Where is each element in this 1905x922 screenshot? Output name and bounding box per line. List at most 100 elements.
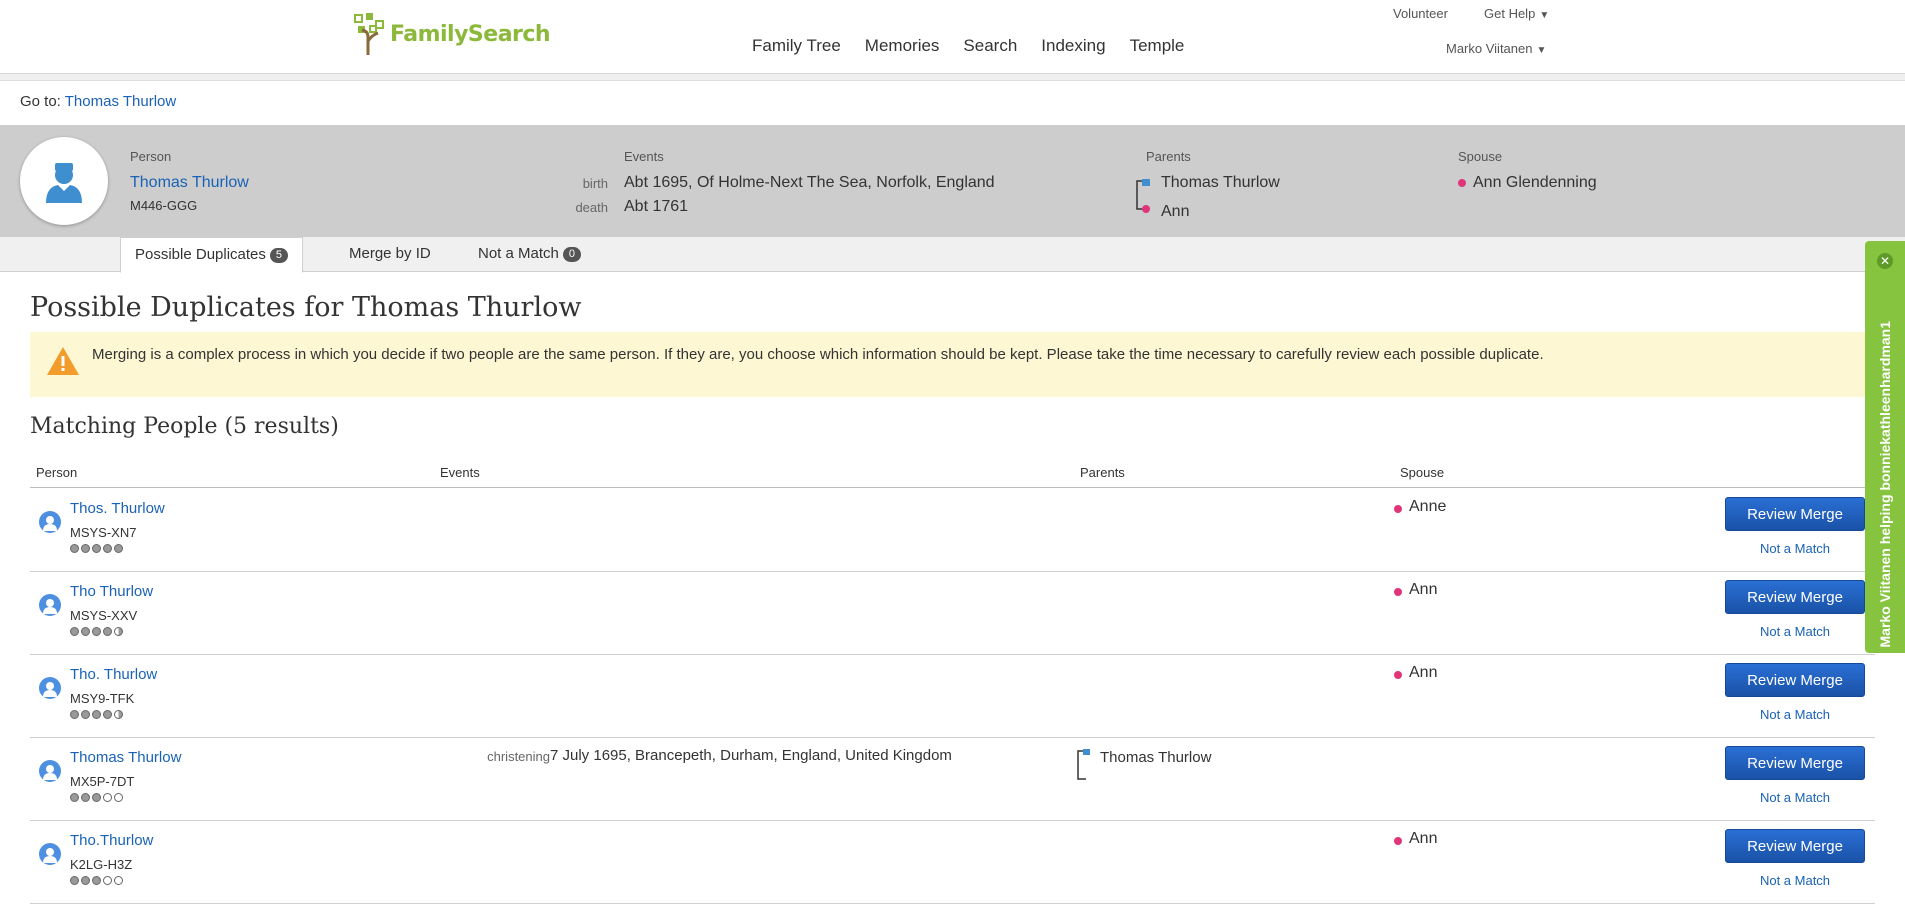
rating-circle-icon	[103, 544, 112, 553]
not-a-match-link[interactable]: Not a Match	[1725, 541, 1865, 556]
site-header: FamilySearch Family Tree Memories Search…	[0, 0, 1905, 74]
rating-circle-icon	[81, 710, 90, 719]
rating-circle-icon	[81, 544, 90, 553]
female-dot-icon	[1394, 505, 1402, 513]
close-icon[interactable]: ✕	[1877, 253, 1893, 269]
user-menu[interactable]: Marko Viitanen ▼	[1446, 41, 1546, 56]
not-a-match-link[interactable]: Not a Match	[1725, 790, 1865, 805]
rating-circle-icon	[114, 876, 123, 885]
warning-icon	[47, 347, 79, 375]
female-dot-icon	[1458, 179, 1466, 187]
table-row: Tho Thurlow MSYS-XXV Ann Review Merge Not a …	[30, 571, 1875, 655]
match-id: MSY9-TFK	[70, 691, 135, 706]
nav-indexing[interactable]: Indexing	[1041, 36, 1105, 56]
volunteer-link[interactable]: Volunteer	[1393, 6, 1448, 21]
rating-circle-icon	[81, 627, 90, 636]
parents-column-label: Parents	[1146, 149, 1191, 164]
header-divider	[0, 74, 1905, 81]
death-value: Abt 1761	[624, 198, 689, 215]
get-help-label: Get Help	[1484, 6, 1536, 21]
rating-circle-icon	[70, 876, 79, 885]
match-rating	[70, 793, 123, 802]
person-avatar	[20, 137, 108, 225]
rating-circle-icon	[103, 710, 112, 719]
count-badge: 5	[269, 247, 289, 263]
logo-text: FamilySearch	[390, 21, 551, 47]
father-name: Thomas Thurlow	[1100, 749, 1212, 766]
match-rating	[70, 627, 123, 636]
person-avatar-icon	[39, 594, 61, 616]
nav-memories[interactable]: Memories	[865, 36, 940, 56]
rating-circle-icon	[81, 876, 90, 885]
nav-search[interactable]: Search	[963, 36, 1017, 56]
warning-text: Merging is a complex process in which yo…	[92, 346, 1544, 363]
not-a-match-link[interactable]: Not a Match	[1725, 624, 1865, 639]
rating-circle-icon	[70, 793, 79, 802]
parents-connector-icon	[1136, 179, 1150, 213]
chevron-down-icon: ▼	[1536, 45, 1547, 56]
count-badge: 0	[562, 246, 581, 262]
match-name-link[interactable]: Tho Thurlow	[70, 583, 153, 600]
user-name: Marko Viitanen	[1446, 41, 1533, 56]
match-name-link[interactable]: Tho. Thurlow	[70, 666, 157, 683]
match-rating	[70, 710, 123, 719]
matching-title: Matching People (5 results)	[30, 414, 339, 439]
rating-circle-icon	[92, 710, 101, 719]
match-id: MSYS-XXV	[70, 608, 138, 623]
review-merge-button[interactable]: Review Merge	[1725, 580, 1865, 614]
get-help-menu[interactable]: Get Help ▼	[1484, 6, 1549, 21]
tab-possible-duplicates[interactable]: Possible Duplicates 5	[120, 237, 304, 273]
spouse-name: Anne	[1409, 498, 1447, 515]
rating-circle-icon	[92, 793, 101, 802]
chevron-down-icon: ▼	[1539, 10, 1550, 21]
not-a-match-link[interactable]: Not a Match	[1725, 707, 1865, 722]
tab-not-a-match[interactable]: Not a Match 0	[478, 237, 581, 271]
page-title: Possible Duplicates for Thomas Thurlow	[30, 292, 582, 323]
nav-family-tree[interactable]: Family Tree	[752, 36, 841, 56]
rating-circle-icon	[114, 544, 123, 553]
event-type: christening	[487, 749, 550, 764]
helper-text: Marko Viitanen helping bonniekathleenhar…	[1877, 320, 1893, 647]
person-column-label: Person	[130, 149, 172, 164]
col-person: Person	[36, 465, 78, 480]
not-a-match-link[interactable]: Not a Match	[1725, 873, 1865, 888]
rating-circle-icon	[92, 627, 101, 636]
rating-circle-icon	[92, 876, 101, 885]
familysearch-logo[interactable]: FamilySearch	[352, 13, 551, 55]
review-merge-button[interactable]: Review Merge	[1725, 663, 1865, 697]
review-merge-button[interactable]: Review Merge	[1725, 497, 1865, 531]
tab-merge-by-id[interactable]: Merge by ID	[349, 237, 431, 271]
table-row: Tho. Thurlow MSY9-TFK Ann Review Merge Not a…	[30, 654, 1875, 738]
birth-value: Abt 1695, Of Holme-Next The Sea, Norfolk…	[624, 174, 995, 191]
person-name-link[interactable]: Thomas Thurlow	[130, 174, 249, 192]
review-merge-button[interactable]: Review Merge	[1725, 829, 1865, 863]
person-avatar-icon	[39, 511, 61, 533]
goto-person-link[interactable]: Thomas Thurlow	[65, 93, 176, 110]
female-dot-icon	[1394, 588, 1402, 596]
match-rating	[70, 876, 123, 885]
person-id: M446-GGG	[130, 198, 198, 213]
goto-breadcrumb: Go to: Thomas Thurlow	[20, 93, 176, 110]
main-nav: Family Tree Memories Search Indexing Tem…	[752, 36, 1208, 56]
helper-session-tab[interactable]: ✕ Marko Viitanen helping bonniekathleenh…	[1865, 241, 1905, 653]
female-dot-icon	[1394, 671, 1402, 679]
tab-label: Merge by ID	[349, 245, 431, 262]
match-name-link[interactable]: Thomas Thurlow	[70, 749, 181, 766]
rating-circle-icon	[103, 793, 112, 802]
match-name-link[interactable]: Thos. Thurlow	[70, 500, 165, 517]
person-avatar-icon	[39, 760, 61, 782]
rating-circle-icon	[103, 627, 112, 636]
rating-circle-icon	[114, 627, 123, 636]
person-avatar-icon	[39, 843, 61, 865]
match-rating	[70, 544, 123, 553]
birth-label: birth	[582, 176, 608, 191]
match-name-link[interactable]: Tho.Thurlow	[70, 832, 153, 849]
tab-bar: Possible Duplicates 5 Merge by ID Not a M…	[0, 237, 1905, 273]
event-value: 7 July 1695, Brancepeth, Durham, England…	[550, 747, 952, 764]
nav-temple[interactable]: Temple	[1130, 36, 1185, 56]
review-merge-button[interactable]: Review Merge	[1725, 746, 1865, 780]
goto-label: Go to:	[20, 93, 61, 110]
rating-circle-icon	[114, 710, 123, 719]
spouse-name: Ann	[1409, 830, 1438, 847]
tab-label: Not a Match	[478, 245, 559, 262]
